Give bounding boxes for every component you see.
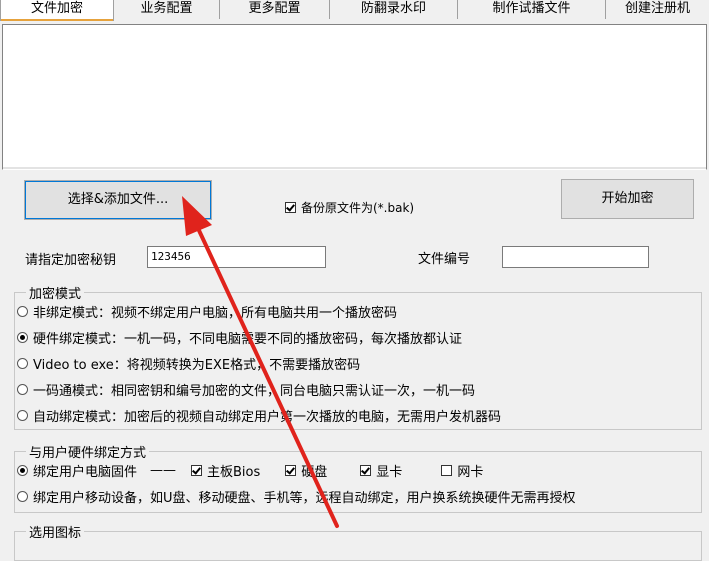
tab-business-config[interactable]: 业务配置 <box>114 0 220 19</box>
radio-hardware[interactable] <box>17 332 28 343</box>
tab-bar: 文件加密 业务配置 更多配置 防翻录水印 制作试播文件 创建注册机 <box>0 0 709 21</box>
component-bios[interactable]: 主板Bios <box>191 461 260 480</box>
hardware-bind-legend: 与用户硬件绑定方式 <box>26 442 150 461</box>
encrypt-mode-legend: 加密模式 <box>26 283 85 302</box>
dash-separator: —— <box>150 463 177 478</box>
component-label: 主板Bios <box>207 465 261 480</box>
radio-video-to-exe[interactable] <box>17 358 28 369</box>
tab-more-config[interactable]: 更多配置 <box>220 0 330 19</box>
option-label: 绑定用户电脑固件 <box>33 465 138 480</box>
checkbox-bios[interactable] <box>191 465 203 476</box>
component-label: 显卡 <box>376 465 403 480</box>
radio-auto-bind[interactable] <box>17 410 28 421</box>
file-list[interactable] <box>2 24 707 170</box>
backup-checkbox-label: 备份原文件为(*.bak) <box>301 201 415 215</box>
option-label: 硬件绑定模式：一机一码，不同电脑需要不同的播放密码，每次播放都认证 <box>33 332 463 347</box>
option-label: 绑定用户移动设备，如U盘、移动硬盘、手机等，远程自动绑定，用户换系统换硬件无需再… <box>33 491 576 506</box>
backup-checkbox-box[interactable] <box>285 202 296 213</box>
radio-one-code[interactable] <box>17 384 28 395</box>
backup-checkbox[interactable]: 备份原文件为(*.bak) <box>285 199 414 216</box>
icon-group <box>14 531 702 561</box>
tab-anti-record-watermark[interactable]: 防翻录水印 <box>330 0 458 19</box>
tab-make-trial-file[interactable]: 制作试播文件 <box>458 0 606 19</box>
select-add-files-button[interactable]: 选择&添加文件... <box>24 180 212 220</box>
encrypt-mode-option-unbound[interactable]: 非绑定模式：视频不绑定用户电脑，所有电脑共用一个播放密码 <box>17 302 397 321</box>
radio-bind-mobile[interactable] <box>17 491 28 502</box>
component-label: 网卡 <box>457 465 484 480</box>
option-label: Video to exe：将视频转换为EXE格式，不需要播放密码 <box>33 358 361 373</box>
key-label: 请指定加密秘钥 <box>25 253 117 268</box>
option-label: 非绑定模式：视频不绑定用户电脑，所有电脑共用一个播放密码 <box>33 306 398 321</box>
icon-group-legend: 选用图标 <box>26 522 85 541</box>
encrypt-mode-option-video-to-exe[interactable]: Video to exe：将视频转换为EXE格式，不需要播放密码 <box>17 354 360 373</box>
hardware-bind-option-firmware[interactable]: 绑定用户电脑固件 —— 主板Bios 硬盘 显卡 网卡 <box>17 461 483 480</box>
encrypt-mode-option-auto-bind[interactable]: 自动绑定模式：加密后的视频自动绑定用户第一次播放的电脑，无需用户发机器码 <box>17 406 501 425</box>
file-number-label: 文件编号 <box>418 252 471 267</box>
hardware-bind-option-mobile[interactable]: 绑定用户移动设备，如U盘、移动硬盘、手机等，远程自动绑定，用户换系统换硬件无需再… <box>17 487 576 506</box>
start-encrypt-button[interactable]: 开始加密 <box>561 179 694 219</box>
checkbox-gpu[interactable] <box>360 465 372 476</box>
option-label: 一码通模式：相同密钥和编号加密的文件，同台电脑只需认证一次，一机一码 <box>33 384 476 399</box>
option-label: 自动绑定模式：加密后的视频自动绑定用户第一次播放的电脑，无需用户发机器码 <box>33 410 502 425</box>
key-input[interactable]: 123456 <box>147 246 326 268</box>
component-gpu[interactable]: 显卡 <box>360 461 402 480</box>
checkbox-nic[interactable] <box>441 465 453 476</box>
encrypt-mode-option-one-code[interactable]: 一码通模式：相同密钥和编号加密的文件，同台电脑只需认证一次，一机一码 <box>17 380 475 399</box>
checkbox-disk[interactable] <box>285 465 297 476</box>
tab-create-keygen[interactable]: 创建注册机 <box>606 0 709 19</box>
component-disk[interactable]: 硬盘 <box>285 461 327 480</box>
tab-file-encrypt[interactable]: 文件加密 <box>0 0 114 21</box>
file-list-bottom-edge <box>3 167 706 169</box>
encrypt-mode-option-hardware[interactable]: 硬件绑定模式：一机一码，不同电脑需要不同的播放密码，每次播放都认证 <box>17 328 462 347</box>
radio-unbound[interactable] <box>17 306 28 317</box>
file-number-input[interactable] <box>502 246 649 268</box>
component-label: 硬盘 <box>301 465 328 480</box>
component-nic[interactable]: 网卡 <box>441 461 483 480</box>
radio-bind-firmware[interactable] <box>17 465 28 476</box>
